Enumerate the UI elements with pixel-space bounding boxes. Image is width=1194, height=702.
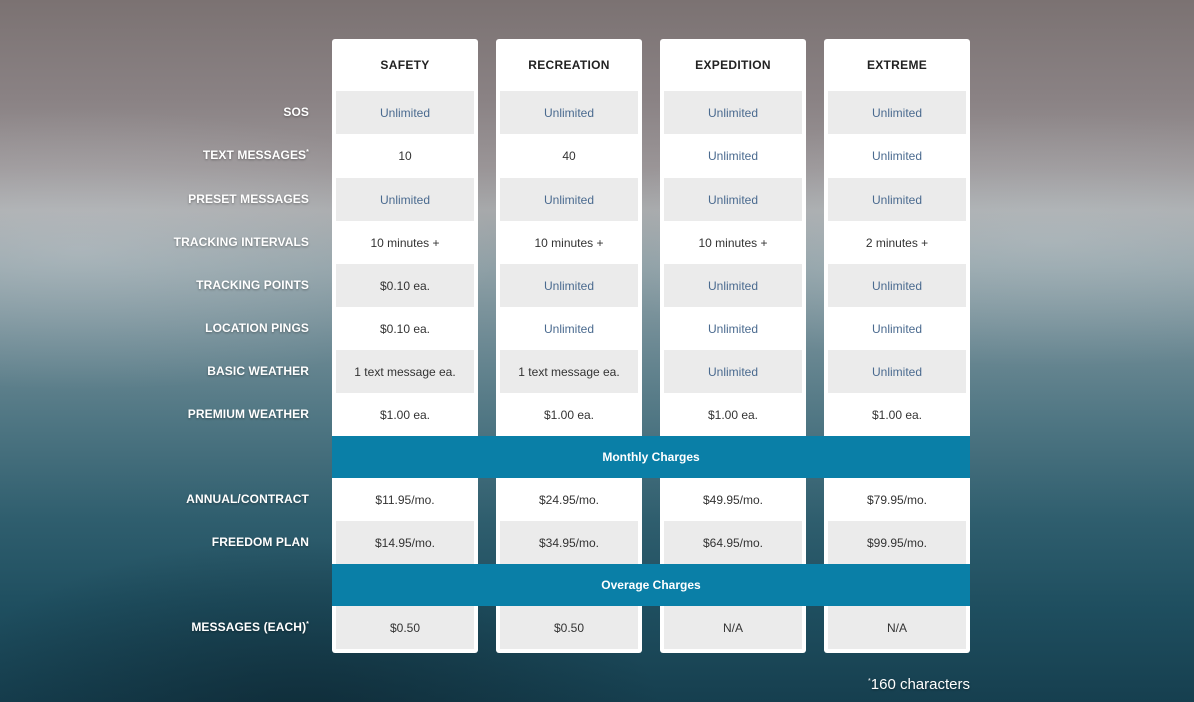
row-label-sos: SOS: [129, 105, 309, 119]
cell-basic-weather: Unlimited: [828, 350, 966, 393]
cell-text-messages: Unlimited: [871, 148, 922, 163]
row-label-text: MESSAGES (EACH): [191, 620, 307, 634]
row-label-text: TRACKING INTERVALS: [173, 235, 309, 249]
cell-text-messages: Unlimited: [707, 148, 758, 163]
plan-card-recreation: RECREATION Unlimited 40 Unlimited 10 minutes…: [496, 39, 642, 653]
row-label-text: TRACKING POINTS: [196, 278, 309, 292]
plan-title: EXTREME: [866, 58, 928, 72]
cell-location-pings: Unlimited: [871, 321, 922, 336]
cell-basic-weather: Unlimited: [664, 350, 802, 393]
cell-messages-each: $0.50: [336, 606, 474, 649]
plan-title: SAFETY: [380, 58, 430, 72]
cell-location-pings: Unlimited: [707, 321, 758, 336]
cell-premium-weather: $1.00 ea.: [379, 407, 431, 422]
cell-premium-weather: $1.00 ea.: [543, 407, 595, 422]
row-label-annual-contract: ANNUAL/CONTRACT: [129, 492, 309, 506]
footnote-text: 160 characters: [870, 676, 970, 693]
cell-text-messages: 40: [562, 148, 576, 163]
plan-title: RECREATION: [528, 58, 610, 72]
cell-preset-messages: Unlimited: [828, 178, 966, 221]
cell-messages-each: N/A: [828, 606, 966, 649]
cell-annual-contract: $49.95/mo.: [702, 492, 764, 507]
row-label-tracking-points: TRACKING POINTS: [129, 278, 309, 292]
cell-preset-messages: Unlimited: [664, 178, 802, 221]
row-label-tracking-intervals: TRACKING INTERVALS: [129, 235, 309, 249]
plan-card-safety: SAFETY Unlimited 10 Unlimited 10 minutes + $0…: [332, 39, 478, 653]
cell-basic-weather: 1 text message ea.: [336, 350, 474, 393]
footnote: *160 characters: [868, 676, 970, 693]
cell-tracking-intervals: 10 minutes +: [698, 235, 768, 250]
row-label-text: TEXT MESSAGES: [202, 148, 307, 162]
plan-card-extreme: EXTREME Unlimited Unlimited Unlimited 2 minu…: [824, 39, 970, 653]
cell-tracking-points: Unlimited: [500, 264, 638, 307]
row-label-text: PREMIUM WEATHER: [187, 407, 309, 421]
footnote-marker: *: [306, 149, 309, 156]
plan-card-expedition: EXPEDITION Unlimited Unlimited Unlimited 10 …: [660, 39, 806, 653]
row-label-basic-weather: BASIC WEATHER: [129, 364, 309, 378]
cell-tracking-intervals: 10 minutes +: [534, 235, 604, 250]
cell-freedom-plan: $34.95/mo.: [500, 521, 638, 564]
cell-messages-each: $0.50: [500, 606, 638, 649]
row-label-text: BASIC WEATHER: [207, 364, 309, 378]
cell-tracking-points: Unlimited: [664, 264, 802, 307]
cell-premium-weather: $1.00 ea.: [871, 407, 923, 422]
cell-preset-messages: Unlimited: [500, 178, 638, 221]
cell-location-pings: Unlimited: [543, 321, 594, 336]
cell-sos: Unlimited: [336, 91, 474, 134]
row-label-text: FREEDOM PLAN: [211, 535, 309, 549]
cell-freedom-plan: $64.95/mo.: [664, 521, 802, 564]
cell-sos: Unlimited: [500, 91, 638, 134]
cell-freedom-plan: $14.95/mo.: [336, 521, 474, 564]
cell-tracking-intervals: 2 minutes +: [865, 235, 929, 250]
cell-preset-messages: Unlimited: [336, 178, 474, 221]
cell-annual-contract: $79.95/mo.: [866, 492, 928, 507]
cell-freedom-plan: $99.95/mo.: [828, 521, 966, 564]
cell-tracking-intervals: 10 minutes +: [370, 235, 440, 250]
plan-title: EXPEDITION: [695, 58, 771, 72]
cell-text-messages: 10: [398, 148, 412, 163]
cell-sos: Unlimited: [828, 91, 966, 134]
row-label-text: PRESET MESSAGES: [188, 192, 309, 206]
cell-tracking-points: Unlimited: [828, 264, 966, 307]
cell-tracking-points: $0.10 ea.: [336, 264, 474, 307]
row-label-location-pings: LOCATION PINGS: [129, 321, 309, 335]
overage-charges-band: Overage Charges: [332, 564, 970, 606]
row-label-text-messages: TEXT MESSAGES*: [129, 148, 309, 162]
footnote-marker: *: [306, 621, 309, 628]
row-label-text: LOCATION PINGS: [205, 321, 309, 335]
cell-messages-each: N/A: [664, 606, 802, 649]
cell-location-pings: $0.10 ea.: [379, 321, 431, 336]
row-label-text: ANNUAL/CONTRACT: [186, 492, 309, 506]
cell-annual-contract: $11.95/mo.: [375, 492, 435, 507]
row-label-preset-messages: PRESET MESSAGES: [129, 192, 309, 206]
row-label-messages-each: MESSAGES (EACH)*: [129, 620, 309, 634]
cell-premium-weather: $1.00 ea.: [707, 407, 759, 422]
cell-annual-contract: $24.95/mo.: [538, 492, 600, 507]
cell-sos: Unlimited: [664, 91, 802, 134]
row-label-text: SOS: [283, 105, 309, 119]
row-label-premium-weather: PREMIUM WEATHER: [129, 407, 309, 421]
row-label-freedom-plan: FREEDOM PLAN: [129, 535, 309, 549]
cell-basic-weather: 1 text message ea.: [500, 350, 638, 393]
monthly-charges-band: Monthly Charges: [332, 436, 970, 478]
